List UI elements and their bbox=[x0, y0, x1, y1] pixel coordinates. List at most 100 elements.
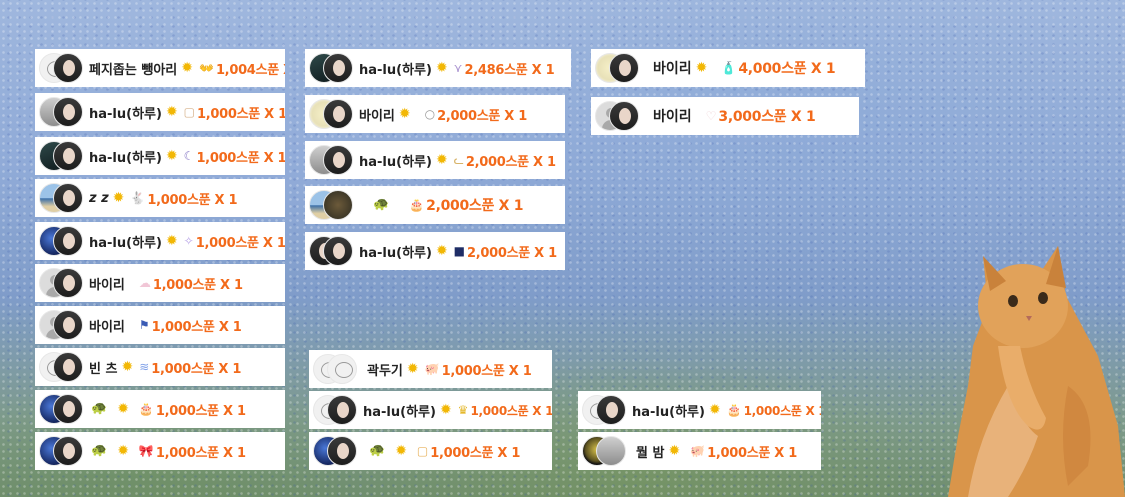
receiver-avatar bbox=[327, 436, 357, 466]
sun-icon: ✹ bbox=[395, 443, 407, 459]
avatar-pair bbox=[582, 394, 626, 426]
spoon-amount: 2,000스푼 X 1 bbox=[467, 245, 557, 261]
sun-icon: ✹ bbox=[668, 443, 681, 459]
sun-icon: ✹ bbox=[117, 443, 129, 459]
avatar-pair bbox=[309, 98, 353, 130]
spoon-amount: 1,000스푼 X 1 bbox=[430, 445, 521, 461]
sun-icon: ✹ bbox=[181, 60, 193, 76]
spoon-amount: 3,000스푼 X 1 bbox=[718, 109, 816, 125]
avatar-pair bbox=[39, 393, 83, 425]
sparkle-icon: ✧ bbox=[183, 234, 194, 248]
avatar-pair bbox=[595, 100, 647, 132]
spoon-amount: 1,004스푼 X 1 bbox=[215, 62, 285, 78]
sun-icon: ✹ bbox=[695, 60, 708, 76]
receiver-avatar bbox=[53, 310, 83, 340]
sender-name: ha-lu(하루) bbox=[359, 245, 432, 261]
gift-record-card: ha-lu(하루) ✹ ■ 2,000스푼 X 1 bbox=[305, 232, 565, 270]
spoon-amount: 2,000스푼 X 1 bbox=[437, 108, 527, 124]
sender-name: 바이리 bbox=[359, 108, 395, 124]
cat-sticker bbox=[948, 246, 1125, 497]
avatar-pair bbox=[39, 351, 83, 383]
spoon-amount: 1,000스푼 X 1 bbox=[195, 235, 285, 251]
receiver-avatar bbox=[596, 395, 626, 425]
sender-name: 바이리 bbox=[653, 61, 692, 77]
cloud-icon: ☁ bbox=[138, 276, 151, 290]
wings-icon: ⋎ bbox=[453, 61, 463, 75]
gift-record-card: 빈 츠 ✹ ≋ 1,000스푼 X 1 bbox=[35, 348, 285, 386]
avatar-pair bbox=[313, 435, 357, 467]
moon-icon: ☾ bbox=[183, 149, 195, 163]
sender-name: z z bbox=[89, 190, 109, 206]
gift-record-card: 바이리 ☁ 1,000스푼 X 1 bbox=[35, 264, 285, 302]
avatar-pair bbox=[39, 182, 83, 214]
cake-icon: 🎂 bbox=[409, 198, 425, 212]
gift-record-card: ha-lu(하루) ✹ ▢ 1,000스푼 X 1 bbox=[35, 93, 285, 131]
cat-icon: ᓚ bbox=[453, 153, 464, 167]
receiver-avatar bbox=[53, 97, 83, 127]
spoon-amount: 1,000스푼 X 1 bbox=[147, 192, 238, 208]
gift-record-card: ha-lu(하루) ✹ ⋎ 2,486스푼 X 1 bbox=[305, 49, 571, 87]
spoon-amount: 1,000스푼 X 1 bbox=[196, 150, 285, 166]
spoon-amount: 2,000스푼 X 1 bbox=[426, 198, 524, 214]
sender-name: ha-lu(하루) bbox=[363, 404, 436, 420]
receiver-avatar bbox=[53, 394, 83, 424]
pig-icon: 🐖 bbox=[690, 444, 706, 458]
cake-icon: 🎂 bbox=[138, 402, 154, 416]
sun-icon: ✹ bbox=[398, 106, 411, 122]
turtle-icon: 🐢 bbox=[373, 197, 390, 212]
receiver-avatar bbox=[609, 101, 639, 131]
receiver-avatar bbox=[53, 53, 83, 83]
cake-icon: 🎂 bbox=[726, 403, 742, 417]
avatar-pair bbox=[309, 189, 353, 221]
crown-icon: ♛ bbox=[457, 403, 469, 417]
avatar-pair bbox=[39, 96, 83, 128]
sender-name: ha-lu(하루) bbox=[359, 62, 432, 78]
spoon-amount: 1,000스푼 X 1 bbox=[151, 319, 242, 335]
gift-record-card: ha-lu(하루) ✹ 🎂 1,000스푼 X 1 bbox=[578, 391, 821, 429]
wave-icon: ≋ bbox=[139, 360, 150, 374]
spoon-amount: 1,000스푼 X 1 bbox=[743, 403, 821, 418]
heart-icon: ♡ bbox=[705, 109, 717, 123]
gift-record-card: z z ✹ 🐇 1,000스푼 X 1 bbox=[35, 179, 285, 217]
avatar-pair bbox=[39, 52, 83, 84]
flag-icon: ⚑ bbox=[138, 318, 150, 332]
spoon-amount: 1,000스푼 X 1 bbox=[151, 361, 242, 377]
receiver-avatar bbox=[609, 53, 639, 83]
avatar-pair bbox=[309, 235, 353, 267]
gift-record-card: 🐢 🎂 2,000스푼 X 1 bbox=[305, 186, 565, 224]
gift-record-card: 페지좁는 뺑아리 ✹ 👐 1,004스푼 X 1 bbox=[35, 49, 285, 87]
gift-record-card: 🐢 ✹ ▢ 1,000스푼 X 1 bbox=[309, 432, 552, 470]
spoon-amount: 1,000스푼 X 1 bbox=[470, 403, 552, 418]
receiver-avatar bbox=[53, 436, 83, 466]
sender-name: ha-lu(하루) bbox=[632, 404, 705, 420]
receiver-avatar bbox=[323, 99, 353, 129]
gift-record-card: 🐢 ✹ 🎂 1,000스푼 X 1 bbox=[35, 390, 285, 428]
sun-icon: ✹ bbox=[121, 359, 134, 375]
sender-name: ha-lu(하루) bbox=[89, 150, 162, 166]
gift-record-card: 🐢 ✹ 🎀 1,000스푼 X 1 bbox=[35, 432, 285, 470]
hands-icon: 👐 bbox=[198, 61, 214, 75]
receiver-avatar bbox=[327, 395, 357, 425]
sender-name: 바이리 bbox=[89, 319, 125, 335]
receiver-avatar bbox=[323, 190, 353, 220]
receiver-avatar bbox=[596, 436, 626, 466]
avatar-pair bbox=[582, 435, 626, 467]
avatar-pair bbox=[309, 144, 353, 176]
sender-name: 바이리 bbox=[653, 109, 692, 125]
sun-icon: ✹ bbox=[708, 402, 721, 418]
frame-icon: ▢ bbox=[183, 105, 196, 119]
sender-name: 바이리 bbox=[89, 277, 125, 293]
turtle-icon: 🐢 bbox=[91, 443, 108, 458]
spoon-amount: 1,000스푼 X 1 bbox=[155, 403, 246, 419]
spoon-amount: 1,000스푼 X 1 bbox=[197, 106, 285, 122]
gift-record-card: 뭘 밤 ✹ 🐖 1,000스푼 X 1 bbox=[578, 432, 821, 470]
sender-name: 빈 츠 bbox=[89, 361, 118, 377]
sun-icon: ✹ bbox=[165, 148, 178, 164]
receiver-avatar bbox=[53, 268, 83, 298]
sun-icon: ✹ bbox=[406, 361, 419, 377]
avatar-pair bbox=[309, 52, 353, 84]
sender-name: 곽두기 bbox=[367, 363, 403, 379]
gift-record-card: 곽두기 ✹ 🐖 1,000스푼 X 1 bbox=[309, 350, 552, 388]
pig-icon: 🐖 bbox=[424, 362, 440, 376]
frame-icon: ▢ bbox=[416, 444, 429, 458]
